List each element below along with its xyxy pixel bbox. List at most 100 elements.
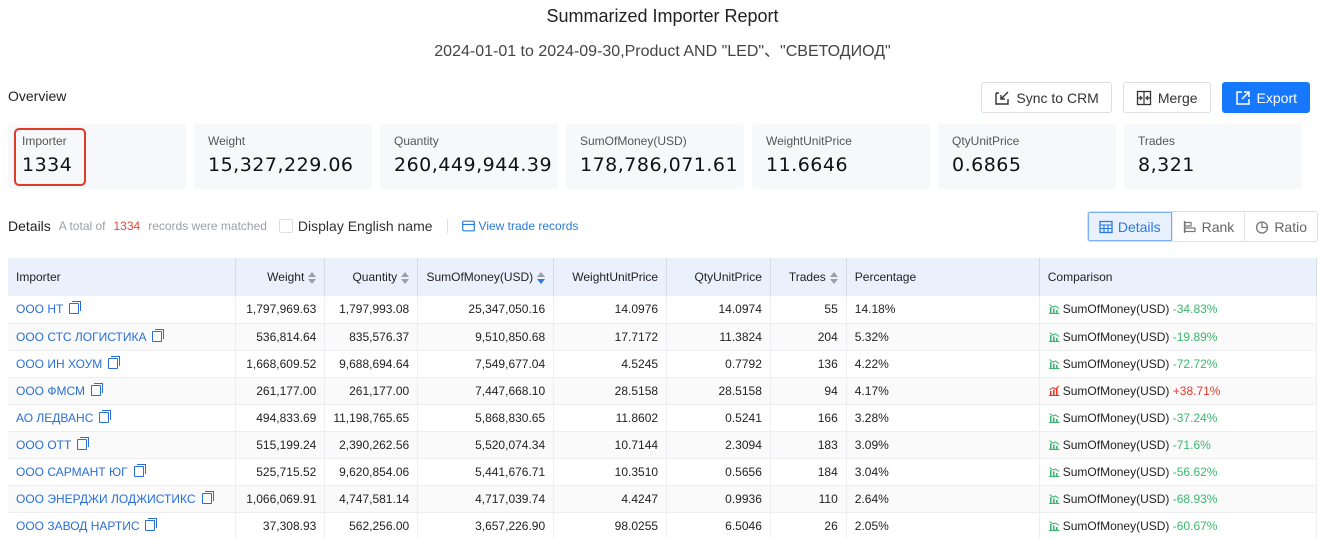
display-english-toggle[interactable]: Display English name [278, 218, 433, 234]
comparison-value: -19.89% [1172, 329, 1218, 344]
cell-qup: 2.3094 [666, 431, 771, 459]
importer-name-link[interactable]: ООО ИН ХОУМ [16, 357, 102, 371]
cell-comparison: SumOfMoney(USD) -60.67% [1039, 512, 1318, 538]
cell-quantity: 9,620,854.06 [324, 458, 419, 486]
col-header-trades[interactable]: Trades [770, 258, 847, 296]
col-header-weight-unit-price: WeightUnitPrice [553, 258, 668, 296]
stat-label: Trades [1138, 134, 1175, 148]
merge-button[interactable]: Merge [1122, 82, 1211, 113]
col-header-sum-of-money[interactable]: SumOfMoney(USD) [417, 258, 555, 296]
cell-importer: ООО СТС ЛОГИСТИКА [8, 323, 237, 351]
cell-qup: 0.5656 [666, 458, 771, 486]
details-toolbar: Details A total of 1334 records were mat… [8, 218, 578, 234]
cell-comparison: SumOfMoney(USD) -34.83% [1039, 296, 1318, 324]
stat-value: 0.6865 [952, 154, 1022, 176]
trend-down-chart-icon [1048, 465, 1063, 479]
view-ratio-button[interactable]: Ratio [1244, 212, 1317, 241]
cell-importer: ООО САРМАНТ ЮГ [8, 458, 237, 486]
overview-stats: Importer 1334 Weight 15,327,229.06 Quant… [8, 124, 1302, 189]
cell-importer: АО ЛЕДВАНС [8, 404, 237, 432]
cell-wup: 10.7144 [553, 431, 668, 459]
sort-icon[interactable] [401, 271, 410, 284]
cell-sum: 9,510,850.68 [417, 323, 555, 351]
table-row: ООО СТС ЛОГИСТИКА 536,814.64 835,576.37 9,5… [8, 323, 1318, 351]
cell-importer: ООО ФМСМ [8, 377, 237, 405]
cell-weight: 536,814.64 [235, 323, 326, 351]
copy-icon[interactable] [99, 409, 112, 423]
export-label: Export [1256, 89, 1297, 106]
stat-value: 178,786,071.61 [580, 154, 739, 176]
comparison-label: SumOfMoney(USD) [1062, 329, 1170, 344]
stat-label: Weight [208, 134, 246, 148]
comparison-label: SumOfMoney(USD) [1062, 410, 1170, 425]
cell-wup: 14.0976 [553, 296, 668, 324]
comparison-label: SumOfMoney(USD) [1062, 491, 1170, 506]
cell-quantity: 835,576.37 [324, 323, 419, 351]
sort-desc-icon[interactable] [537, 271, 546, 284]
view-rank-button[interactable]: Rank [1171, 212, 1245, 241]
copy-icon[interactable] [108, 355, 121, 369]
comparison-value: -72.72% [1172, 356, 1218, 371]
copy-icon[interactable] [201, 490, 214, 504]
cell-sum: 5,441,676.71 [417, 458, 555, 486]
cell-comparison: SumOfMoney(USD) -37.24% [1039, 404, 1318, 432]
cell-comparison: SumOfMoney(USD) -68.93% [1039, 485, 1318, 513]
cell-qup: 11.3824 [666, 323, 771, 351]
importer-name-link[interactable]: ООО ЭНЕРДЖИ ЛОДЖИСТИКС [16, 492, 196, 506]
cell-qup: 0.7792 [666, 350, 771, 378]
comparison-label: SumOfMoney(USD) [1062, 518, 1170, 533]
view-details-button[interactable]: Details [1087, 212, 1172, 241]
cell-sum: 4,717,039.74 [417, 485, 555, 513]
cell-comparison: SumOfMoney(USD) -19.89% [1039, 323, 1318, 351]
comparison-label: SumOfMoney(USD) [1062, 356, 1170, 371]
col-header-quantity[interactable]: Quantity [324, 258, 419, 296]
col-header-label: Weight [267, 270, 305, 284]
cell-trades: 204 [770, 323, 847, 351]
sort-icon[interactable] [308, 271, 317, 284]
importer-table: Importer Weight Quantity SumOfMoney(USD)… [8, 258, 1318, 538]
export-button[interactable]: Export [1221, 82, 1310, 113]
cell-trades: 183 [770, 431, 847, 459]
table-row: ООО ФМСМ 261,177.00 261,177.00 7,447,668.10… [8, 377, 1318, 405]
importer-name-link[interactable]: ООО ЗАВОД НАРТИС [16, 519, 139, 533]
col-header-weight[interactable]: Weight [235, 258, 326, 296]
cell-qup: 28.5158 [666, 377, 771, 405]
importer-name-link[interactable]: АО ЛЕДВАНС [16, 411, 93, 425]
stat-card-quantity: Quantity 260,449,944.39 [380, 124, 558, 189]
importer-name-link[interactable]: ООО НТ [16, 302, 63, 316]
cell-percentage: 4.17% [846, 377, 1040, 405]
view-trade-records-link[interactable]: View trade records [461, 219, 578, 233]
copy-icon[interactable] [77, 436, 90, 450]
cell-sum: 5,520,074.34 [417, 431, 555, 459]
stat-value: 260,449,944.39 [394, 154, 553, 176]
sync-to-crm-label: Sync to CRM [1016, 89, 1099, 106]
copy-icon[interactable] [145, 517, 158, 531]
cell-importer: ООО ЗАВОД НАРТИС [8, 512, 237, 538]
copy-icon[interactable] [90, 382, 103, 396]
importer-name-link[interactable]: ООО САРМАНТ ЮГ [16, 465, 128, 479]
cell-sum: 25,347,050.16 [417, 296, 555, 324]
cell-wup: 98.0255 [553, 512, 668, 538]
stat-card-importer: Importer 1334 [8, 124, 186, 189]
comparison-value: -37.24% [1172, 410, 1218, 425]
cell-sum: 7,447,668.10 [417, 377, 555, 405]
col-header-comparison: Comparison [1039, 258, 1318, 296]
importer-name-link[interactable]: ООО СТС ЛОГИСТИКА [16, 330, 146, 344]
pie-chart-icon [1256, 220, 1269, 234]
copy-icon[interactable] [152, 328, 165, 342]
sync-to-crm-button[interactable]: Sync to CRM [981, 82, 1112, 113]
display-english-checkbox[interactable] [278, 219, 293, 233]
cell-weight: 525,715.52 [235, 458, 326, 486]
col-header-label: Quantity [352, 270, 398, 284]
merge-icon [1136, 90, 1151, 105]
cell-percentage: 4.22% [846, 350, 1040, 378]
col-header-qty-unit-price: QtyUnitPrice [666, 258, 771, 296]
sort-icon[interactable] [829, 271, 838, 284]
importer-name-link[interactable]: ООО ОТТ [16, 438, 71, 452]
trend-down-chart-icon [1048, 519, 1063, 533]
stat-card-sum-of-money: SumOfMoney(USD) 178,786,071.61 [566, 124, 744, 189]
copy-icon[interactable] [133, 463, 146, 477]
copy-icon[interactable] [69, 301, 82, 315]
importer-name-link[interactable]: ООО ФМСМ [16, 384, 85, 398]
stat-value: 15,327,229.06 [208, 154, 354, 176]
